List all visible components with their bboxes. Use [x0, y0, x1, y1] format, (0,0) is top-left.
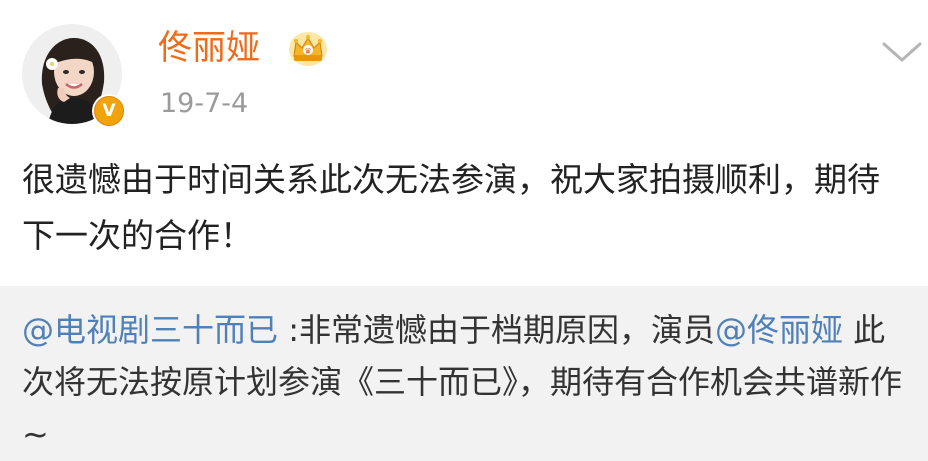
repost-text-segment: :非常遗憾由于档期原因，演员 — [278, 311, 715, 349]
verified-v-icon: V — [94, 96, 124, 126]
svg-text:♛: ♛ — [304, 47, 311, 56]
repost-text: @电视剧三十而已 :非常遗憾由于档期原因，演员@佟丽娅 此次将无法按原计划参演《… — [22, 304, 912, 460]
post-date: 19-7-4 — [160, 88, 249, 119]
mention-link-actor[interactable]: @佟丽娅 — [715, 311, 843, 349]
reposted-content[interactable]: @电视剧三十而已 :非常遗憾由于档期原因，演员@佟丽娅 此次将无法按原计划参演《… — [0, 286, 928, 461]
post-header: V 佟丽娅 ♛ 19-7-4 — [0, 0, 928, 140]
mention-link-source[interactable]: @电视剧三十而已 — [22, 311, 278, 349]
avatar-container[interactable]: V — [22, 24, 126, 128]
username[interactable]: 佟丽娅 — [158, 26, 260, 70]
chevron-down-icon[interactable] — [880, 38, 924, 66]
crown-icon[interactable]: ♛ — [288, 30, 328, 68]
post-text: 很遗憾由于时间关系此次无法参演，祝大家拍摄顺利，期待下一次的合作！ — [22, 160, 880, 255]
verified-badge: V — [92, 94, 126, 128]
weibo-post: V 佟丽娅 ♛ 19-7-4 很遗憾由于时间关系此次无法参演，祝大家拍摄顺利，期… — [0, 0, 928, 461]
